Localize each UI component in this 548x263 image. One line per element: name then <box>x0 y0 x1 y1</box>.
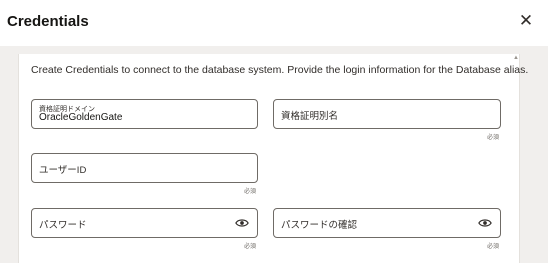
credential-domain-field[interactable]: 資格証明ドメイン OracleGoldenGate <box>31 99 258 129</box>
confirm-password-placeholder: パスワードの確認 <box>281 220 358 231</box>
confirm-password-required: 必須 <box>487 244 500 250</box>
close-icon[interactable]: ✕ <box>517 11 535 31</box>
form-description: Create Credentials to connect to the dat… <box>31 64 529 76</box>
scroll-up-arrow-icon[interactable]: ▲ <box>513 55 519 61</box>
user-id-field[interactable]: ユーザーID <box>31 153 258 183</box>
credential-alias-required: 必須 <box>487 135 500 141</box>
eye-icon[interactable] <box>235 217 249 229</box>
password-required: 必須 <box>244 244 257 250</box>
eye-icon[interactable] <box>478 217 492 229</box>
confirm-password-field[interactable]: パスワードの確認 <box>273 208 501 238</box>
credential-alias-placeholder: 資格証明別名 <box>281 111 339 122</box>
credential-domain-value: OracleGoldenGate <box>39 112 123 123</box>
credential-alias-field[interactable]: 資格証明別名 <box>273 99 501 129</box>
user-id-placeholder: ユーザーID <box>39 165 87 176</box>
password-field[interactable]: パスワード <box>31 208 258 238</box>
user-id-required: 必須 <box>244 189 257 195</box>
dialog-title: Credentials <box>7 13 89 30</box>
dialog-header: Credentials ✕ <box>0 0 548 46</box>
password-placeholder: パスワード <box>39 220 87 231</box>
